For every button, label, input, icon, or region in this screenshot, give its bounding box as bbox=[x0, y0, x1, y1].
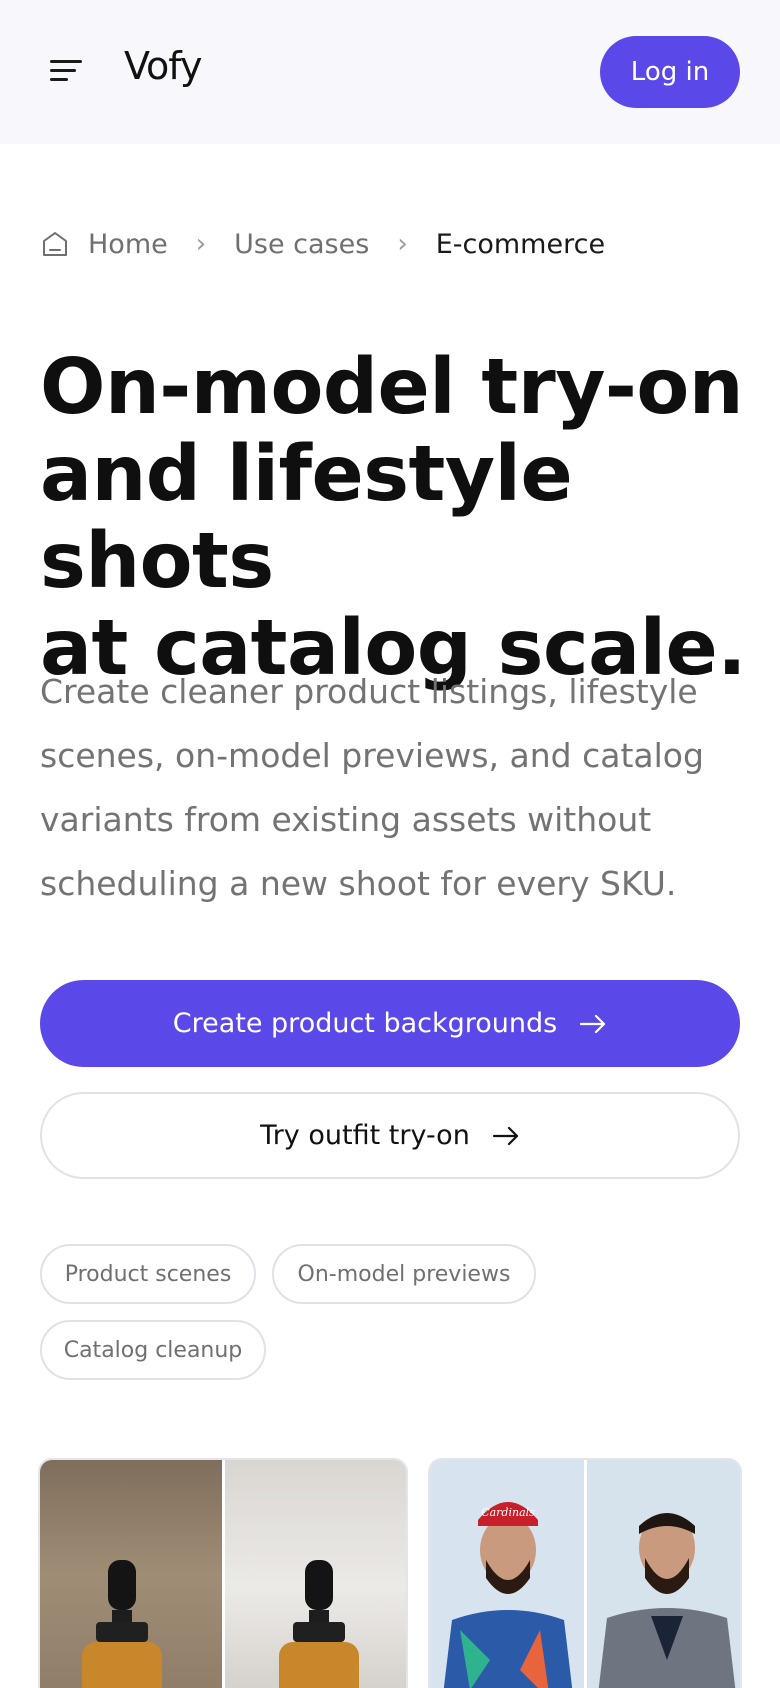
top-bar: Vofy Log in bbox=[0, 0, 780, 144]
serum-bottle-image bbox=[82, 1560, 162, 1688]
model-image: Cardinals bbox=[443, 1502, 573, 1688]
home-icon[interactable] bbox=[40, 229, 70, 259]
lede-line: scheduling a new shoot for every SKU. bbox=[40, 864, 677, 903]
breadcrumb: Home › Use cases › E-commerce bbox=[40, 222, 605, 266]
login-button[interactable]: Log in bbox=[600, 36, 740, 108]
arrow-right-icon bbox=[580, 1014, 606, 1033]
headline-line: and lifestyle shots bbox=[40, 430, 573, 606]
model-image bbox=[598, 1513, 736, 1688]
create-backgrounds-label: Create product backgrounds bbox=[172, 1008, 558, 1039]
breadcrumb-home[interactable]: Home bbox=[88, 229, 168, 260]
breadcrumb-use-cases[interactable]: Use cases bbox=[234, 229, 369, 260]
serum-bottle-image bbox=[279, 1560, 359, 1688]
page-title: On-model try-on and lifestyle shots at c… bbox=[40, 344, 750, 692]
outfit-image-card[interactable]: Cardinals bbox=[428, 1458, 742, 1688]
chevron-right-icon: › bbox=[397, 229, 408, 259]
lede-line: scenes, on-model previews, and catalog bbox=[40, 736, 704, 775]
lede-line: Create cleaner product listings, lifesty… bbox=[40, 672, 698, 711]
after-image bbox=[225, 1460, 406, 1688]
create-backgrounds-button[interactable]: Create product backgrounds bbox=[40, 980, 740, 1067]
arrow-right-icon bbox=[492, 1126, 518, 1145]
chip-catalog-cleanup[interactable]: Catalog cleanup bbox=[40, 1320, 266, 1380]
after-image bbox=[587, 1460, 740, 1688]
cap-logo: Cardinals bbox=[481, 1506, 535, 1519]
before-image bbox=[40, 1460, 222, 1688]
logo[interactable]: Vofy bbox=[124, 44, 202, 88]
headline-line: On-model try-on bbox=[40, 343, 744, 432]
product-image-card[interactable] bbox=[38, 1458, 408, 1688]
chip-product-scenes[interactable]: Product scenes bbox=[40, 1244, 256, 1304]
try-outfit-label: Try outfit try-on bbox=[260, 1120, 470, 1151]
lede-line: variants from existing assets without bbox=[40, 800, 652, 839]
try-outfit-button[interactable]: Try outfit try-on bbox=[40, 1092, 740, 1179]
menu-icon[interactable] bbox=[44, 56, 88, 86]
chip-on-model-previews[interactable]: On-model previews bbox=[272, 1244, 536, 1304]
breadcrumb-current: E-commerce bbox=[435, 228, 606, 260]
page-description: Create cleaner product listings, lifesty… bbox=[40, 660, 740, 916]
before-image: Cardinals bbox=[430, 1460, 584, 1688]
chevron-right-icon: › bbox=[195, 229, 207, 259]
